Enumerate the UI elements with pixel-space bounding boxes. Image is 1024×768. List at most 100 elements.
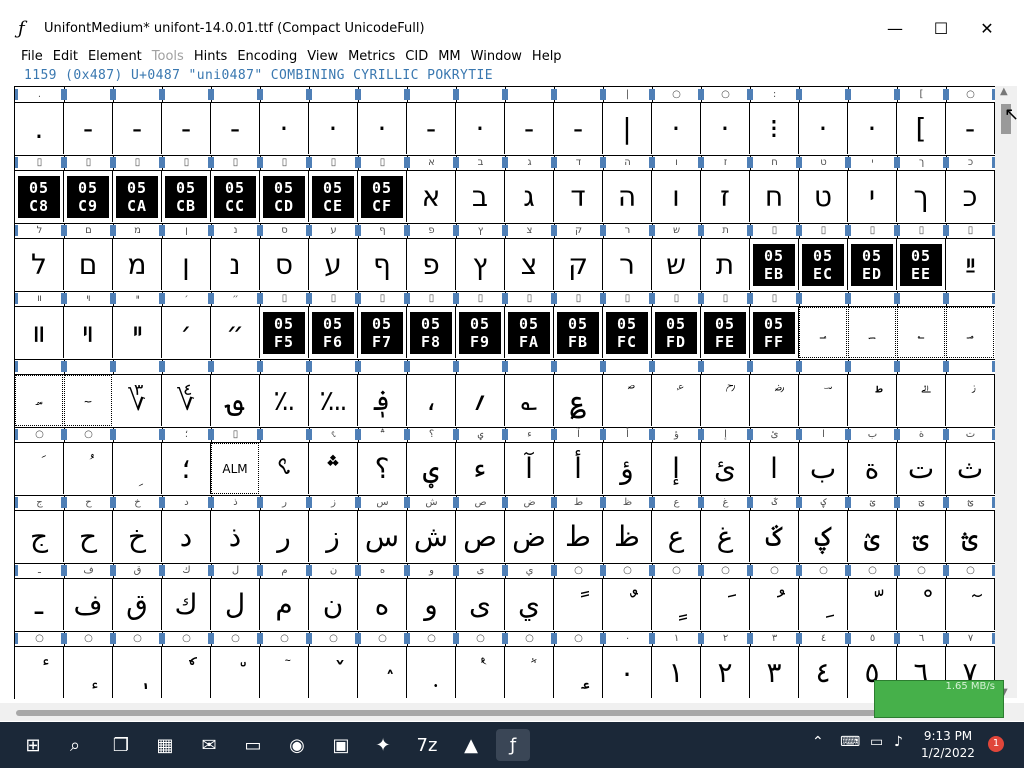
glyph-cell[interactable]: װ bbox=[15, 307, 64, 358]
glyph-cell[interactable]: ٜ bbox=[407, 647, 456, 698]
chevron-up-icon[interactable]: ⌃ bbox=[812, 734, 824, 750]
glyph-cell[interactable]: · bbox=[701, 103, 750, 154]
glyph-cell[interactable]: · bbox=[848, 103, 897, 154]
glyph-cell[interactable]: - bbox=[505, 103, 554, 154]
glyph-cell[interactable]: ٠ bbox=[603, 647, 652, 698]
glyph-cell[interactable]: ؒ bbox=[701, 375, 750, 426]
glyph-cell[interactable]: ؃ bbox=[946, 307, 994, 358]
glyph-cell[interactable]: ؋ bbox=[358, 375, 407, 426]
volume-icon[interactable]: ♪ bbox=[894, 734, 903, 750]
glyph-cell[interactable]: 05 F9 bbox=[456, 307, 505, 358]
glyph-grid[interactable]: . | ○ ○:[○. - - - - · · · - · - - | · · ⁝ · ·[- ▯ ▯ ▯ ▯ ▯ ▯ ▯ ▯ א ב ג ד ה… bbox=[14, 86, 995, 699]
glyph-cell[interactable]: ٛ bbox=[358, 647, 407, 698]
glyph-cell[interactable]: ح bbox=[64, 511, 113, 562]
glyph-cell[interactable]: ٕ bbox=[64, 647, 113, 698]
close-button[interactable]: ✕ bbox=[964, 12, 1010, 44]
glyph-cell[interactable]: 05 FC bbox=[603, 307, 652, 358]
glyph-cell[interactable]: · bbox=[652, 103, 701, 154]
glyph-cell[interactable]: - bbox=[946, 103, 995, 154]
menu-mm[interactable]: MM bbox=[433, 49, 465, 64]
display-icon[interactable]: ▭ bbox=[870, 734, 883, 750]
glyph-cell[interactable]: ٓ bbox=[946, 579, 995, 630]
glyph-cell[interactable]: ث bbox=[946, 443, 995, 494]
glyph-cell[interactable]: ذ bbox=[211, 511, 260, 562]
glyph-cell[interactable]: ٢ bbox=[701, 647, 750, 698]
glyph-cell[interactable]: ؖ bbox=[897, 375, 946, 426]
glyph-cell[interactable]: َ bbox=[701, 579, 750, 630]
glyph-cell[interactable]: ن bbox=[309, 579, 358, 630]
glyph-cell[interactable]: 05 CD bbox=[260, 171, 309, 222]
glyph-cell[interactable]: ג bbox=[505, 171, 554, 222]
glyph-cell[interactable]: ٚ bbox=[309, 647, 358, 698]
glyph-cell[interactable]: 05 CA bbox=[113, 171, 162, 222]
glyph-cell[interactable]: - bbox=[64, 103, 113, 154]
glyph-cell[interactable]: ש bbox=[652, 239, 701, 290]
glyph-cell[interactable]: 05 EC bbox=[799, 239, 848, 290]
glyph-cell[interactable]: ؼ bbox=[799, 511, 848, 562]
glyph-cell[interactable]: ٝ bbox=[456, 647, 505, 698]
glyph-cell[interactable]: ص bbox=[456, 511, 505, 562]
glyph-cell[interactable]: ّ bbox=[848, 579, 897, 630]
glyph-cell[interactable]: ؊ bbox=[309, 375, 358, 426]
glyph-cell[interactable]: ע bbox=[309, 239, 358, 290]
glyph-cell[interactable]: - bbox=[554, 103, 603, 154]
glyph-cell[interactable]: ا bbox=[750, 443, 799, 494]
notification-badge[interactable]: 1 bbox=[988, 736, 1004, 752]
glyph-cell[interactable]: ؽ bbox=[848, 511, 897, 562]
glyph-cell[interactable]: מ bbox=[113, 239, 162, 290]
menu-file[interactable]: File bbox=[16, 49, 48, 64]
keyboard-icon[interactable]: ⌨ bbox=[840, 734, 860, 750]
glyph-cell[interactable]: ؉ bbox=[260, 375, 309, 426]
glyph-cell[interactable]: ٟ bbox=[554, 647, 603, 698]
glyph-cell[interactable]: ؏ bbox=[554, 375, 603, 426]
maximize-button[interactable]: ☐ bbox=[918, 12, 964, 44]
glyph-cell[interactable]: ף bbox=[358, 239, 407, 290]
glyph-cell[interactable]: ؘ bbox=[15, 443, 64, 494]
glyph-cell[interactable]: ؚ bbox=[113, 443, 162, 494]
glyph-cell[interactable]: ؅ bbox=[64, 375, 112, 426]
glyph-cell[interactable]: - bbox=[407, 103, 456, 154]
glyph-cell[interactable]: ת bbox=[701, 239, 750, 290]
glyph-cell[interactable]: ة bbox=[848, 443, 897, 494]
glyph-cell[interactable]: ס bbox=[260, 239, 309, 290]
glyph-cell[interactable]: ه bbox=[358, 579, 407, 630]
search-icon[interactable]: ⌕ bbox=[58, 729, 92, 761]
glyph-cell[interactable]: ׳ bbox=[162, 307, 211, 358]
glyph-cell[interactable]: ؆ bbox=[113, 375, 162, 426]
title-bar[interactable]: ƒ UnifontMedium* unifont-14.0.01.ttf (Co… bbox=[0, 12, 1024, 44]
menu-element[interactable]: Element bbox=[83, 49, 147, 64]
glyph-cell[interactable]: ק bbox=[554, 239, 603, 290]
glyph-cell[interactable]: ו bbox=[652, 171, 701, 222]
glyph-cell[interactable]: ם bbox=[64, 239, 113, 290]
glyph-cell[interactable]: ך bbox=[897, 171, 946, 222]
minimize-button[interactable]: — bbox=[872, 12, 918, 44]
glyph-cell[interactable]: ץ bbox=[456, 239, 505, 290]
glyph-cell[interactable]: 05 F8 bbox=[407, 307, 456, 358]
glyph-cell[interactable]: ؤ bbox=[603, 443, 652, 494]
glyph-cell[interactable]: [ bbox=[897, 103, 946, 154]
glyph-cell[interactable]: ؑ bbox=[652, 375, 701, 426]
glyph-cell[interactable]: و bbox=[407, 579, 456, 630]
horizontal-scroll-thumb[interactable] bbox=[16, 710, 976, 716]
glyph-cell[interactable]: ط bbox=[554, 511, 603, 562]
glyph-cell[interactable]: ر bbox=[260, 511, 309, 562]
glyph-cell[interactable]: ؎ bbox=[505, 375, 554, 426]
glyph-cell[interactable]: 05 CE bbox=[309, 171, 358, 222]
glyph-cell[interactable]: 05 F7 bbox=[358, 307, 407, 358]
glyph-cell[interactable]: ٤ bbox=[799, 647, 848, 698]
glyph-cell[interactable]: ؐ bbox=[603, 375, 652, 426]
glyph-cell[interactable]: ؟ bbox=[358, 443, 407, 494]
app-icon[interactable]: ✦ bbox=[366, 729, 400, 761]
menu-window[interactable]: Window bbox=[466, 49, 527, 64]
glyph-cell[interactable]: ظ bbox=[603, 511, 652, 562]
glyph-cell[interactable]: ؝ bbox=[260, 443, 309, 494]
glyph-cell[interactable]: ؞ bbox=[309, 443, 358, 494]
glyph-cell[interactable]: · bbox=[260, 103, 309, 154]
glyph-cell[interactable]: ؓ bbox=[750, 375, 799, 426]
glyph-cell[interactable]: ً bbox=[554, 579, 603, 630]
glyph-cell[interactable]: - bbox=[162, 103, 211, 154]
glyph-cell[interactable]: آ bbox=[505, 443, 554, 494]
menu-edit[interactable]: Edit bbox=[48, 49, 83, 64]
glyph-cell[interactable]: · bbox=[456, 103, 505, 154]
glyph-cell[interactable]: ר bbox=[603, 239, 652, 290]
